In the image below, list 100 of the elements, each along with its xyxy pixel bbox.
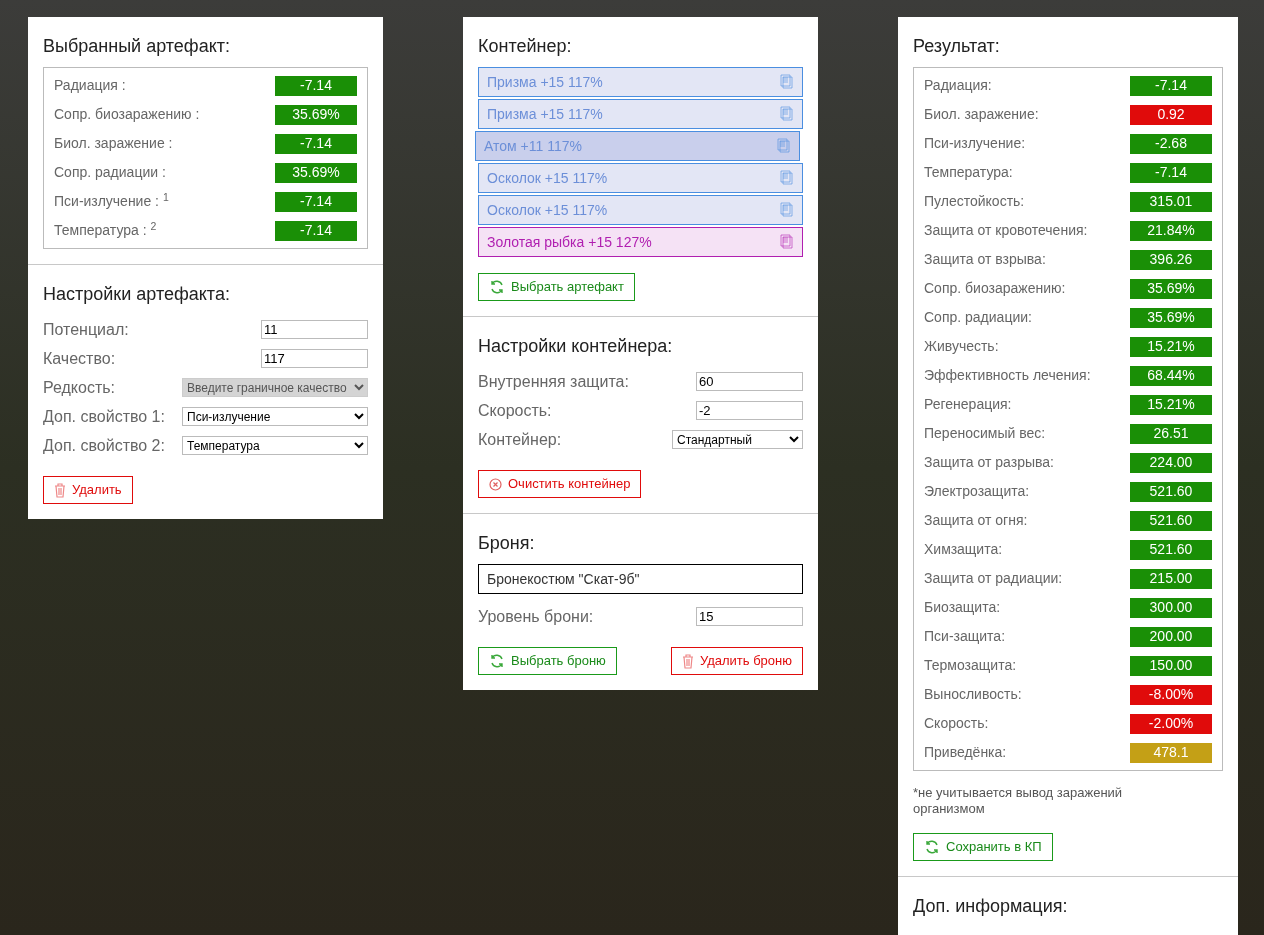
- stat-label: Защита от огня:: [924, 511, 1028, 530]
- stat-label: Температура:: [924, 163, 1013, 182]
- document-icon: [780, 74, 794, 90]
- input-field[interactable]: 117: [261, 349, 368, 368]
- field-label: Скорость:: [478, 400, 552, 421]
- trash-icon: [54, 482, 66, 498]
- stat-value: 224.00: [1130, 452, 1212, 473]
- stat-label: Пси-излучение : $^{1}$: [54, 191, 169, 211]
- stat-value: 0.92: [1130, 104, 1212, 125]
- stat-label: Пулестойкость:: [924, 192, 1025, 211]
- stat-label: Сопр. биозаражению :: [54, 105, 200, 124]
- field-label: Внутренняя защита:: [478, 371, 629, 392]
- action-button[interactable]: Очистить контейнер: [478, 470, 642, 498]
- action-button[interactable]: Выбрать броню: [478, 647, 617, 675]
- stat-value: -8.00%: [1130, 684, 1212, 705]
- input-field[interactable]: 11: [261, 320, 368, 339]
- artifact-slot[interactable]: Осколок +15 117%: [478, 163, 803, 193]
- stat-value: 150.00: [1130, 655, 1212, 676]
- stat-value: 35.69%: [1130, 307, 1212, 328]
- stat-label: Приведёнка:: [924, 743, 1007, 762]
- stat-label: Живучесть:: [924, 337, 999, 356]
- stat-value: 21.84%: [1130, 220, 1212, 241]
- stat-label: Пси-излучение:: [924, 134, 1026, 153]
- stat-value: 15.21%: [1130, 394, 1212, 415]
- stat-value: 521.60: [1130, 481, 1212, 502]
- stat-label: Биозащита:: [924, 598, 1001, 617]
- artifact-slot[interactable]: Призма +15 117%: [478, 99, 803, 129]
- section-title: Доп. информация:: [913, 895, 1069, 917]
- document-icon: [780, 170, 794, 186]
- action-button[interactable]: Выбрать артефакт: [478, 273, 635, 301]
- stat-value: 26.51: [1130, 423, 1212, 444]
- artifact-slot[interactable]: Осколок +15 117%: [478, 195, 803, 225]
- trash-icon: [681, 653, 694, 669]
- stat-value: -2.00%: [1130, 713, 1212, 734]
- input-field[interactable]: 60: [696, 372, 803, 391]
- stat-label: Защита от радиации:: [924, 569, 1063, 588]
- document-icon: [780, 202, 794, 218]
- stat-label: Выносливость:: [924, 685, 1022, 704]
- close-icon: [489, 477, 502, 491]
- field-label: Доп. свойство 1:: [43, 406, 165, 427]
- document-icon: [780, 106, 794, 122]
- stat-label: Температура : $^{2}$: [54, 220, 157, 240]
- stat-value: -2.68: [1130, 133, 1212, 154]
- stat-value: 300.00: [1130, 597, 1212, 618]
- stat-value: 396.26: [1130, 249, 1212, 270]
- stat-label: Биол. заражение:: [924, 105, 1039, 124]
- stat-value: -7.14: [275, 75, 357, 96]
- action-button[interactable]: Удалить броню: [670, 647, 803, 675]
- stat-label: Регенерация:: [924, 395, 1012, 414]
- stat-value: 200.00: [1130, 626, 1212, 647]
- dropdown[interactable]: Стандартный: [672, 430, 803, 449]
- stat-label: Пси-защита:: [924, 627, 1006, 646]
- armor-name-field[interactable]: Бронекостюм "Скат-9б": [478, 564, 803, 594]
- input-field[interactable]: 15: [696, 607, 803, 626]
- stat-label: Переносимый вес:: [924, 424, 1046, 443]
- field-label: Потенциал:: [43, 319, 129, 340]
- section-title: Броня:: [478, 532, 536, 554]
- stat-value: -7.14: [1130, 162, 1212, 183]
- stat-value: 315.01: [1130, 191, 1212, 212]
- document-icon: [777, 138, 791, 154]
- stat-value: -7.14: [275, 220, 357, 241]
- field-label: Редкость:: [43, 377, 116, 398]
- artifact-slot[interactable]: Золотая рыбка +15 127%: [478, 227, 803, 257]
- dropdown[interactable]: Температура: [182, 436, 368, 455]
- artifact-slot[interactable]: Призма +15 117%: [478, 67, 803, 97]
- section-title: Выбранный артефакт:: [43, 35, 231, 57]
- field-label: Уровень брони:: [478, 606, 594, 627]
- refresh-icon: [489, 653, 505, 669]
- field-label: Качество:: [43, 348, 116, 369]
- stat-label: Радиация :: [54, 76, 126, 95]
- stat-label: Электрозащита:: [924, 482, 1030, 501]
- action-button[interactable]: Удалить: [43, 476, 133, 504]
- stat-label: Защита от кровотечения:: [924, 221, 1088, 240]
- stat-value: 35.69%: [1130, 278, 1212, 299]
- stat-value: 15.21%: [1130, 336, 1212, 357]
- stat-value: -7.14: [1130, 75, 1212, 96]
- section-title: Результат:: [913, 35, 1001, 57]
- stat-label: Защита от взрыва:: [924, 250, 1046, 269]
- action-button[interactable]: Сохранить в КП: [913, 833, 1053, 861]
- dropdown[interactable]: Пси-излучение: [182, 407, 368, 426]
- stat-value: -7.14: [275, 133, 357, 154]
- stat-label: Сопр. биозаражению:: [924, 279, 1066, 298]
- stat-label: Термозащита:: [924, 656, 1017, 675]
- field-label: Контейнер:: [478, 429, 562, 450]
- stat-value: -7.14: [275, 191, 357, 212]
- stat-label: Сопр. радиации :: [54, 163, 166, 182]
- footnote-text: *не учитывается вывод заражений организмом: [913, 785, 1124, 817]
- stat-label: Защита от разрыва:: [924, 453, 1054, 472]
- stat-value: 478.1: [1130, 742, 1212, 763]
- document-icon: [780, 234, 794, 250]
- stat-value: 35.69%: [275, 162, 357, 183]
- input-field[interactable]: -2: [696, 401, 803, 420]
- stat-label: Эффективность лечения:: [924, 366, 1091, 385]
- stat-label: Биол. заражение :: [54, 134, 173, 153]
- field-label: Доп. свойство 2:: [43, 435, 165, 456]
- section-title: Настройки артефакта:: [43, 283, 231, 305]
- refresh-icon: [489, 279, 505, 295]
- stat-value: 215.00: [1130, 568, 1212, 589]
- stat-label: Скорость:: [924, 714, 989, 733]
- stat-value: 68.44%: [1130, 365, 1212, 386]
